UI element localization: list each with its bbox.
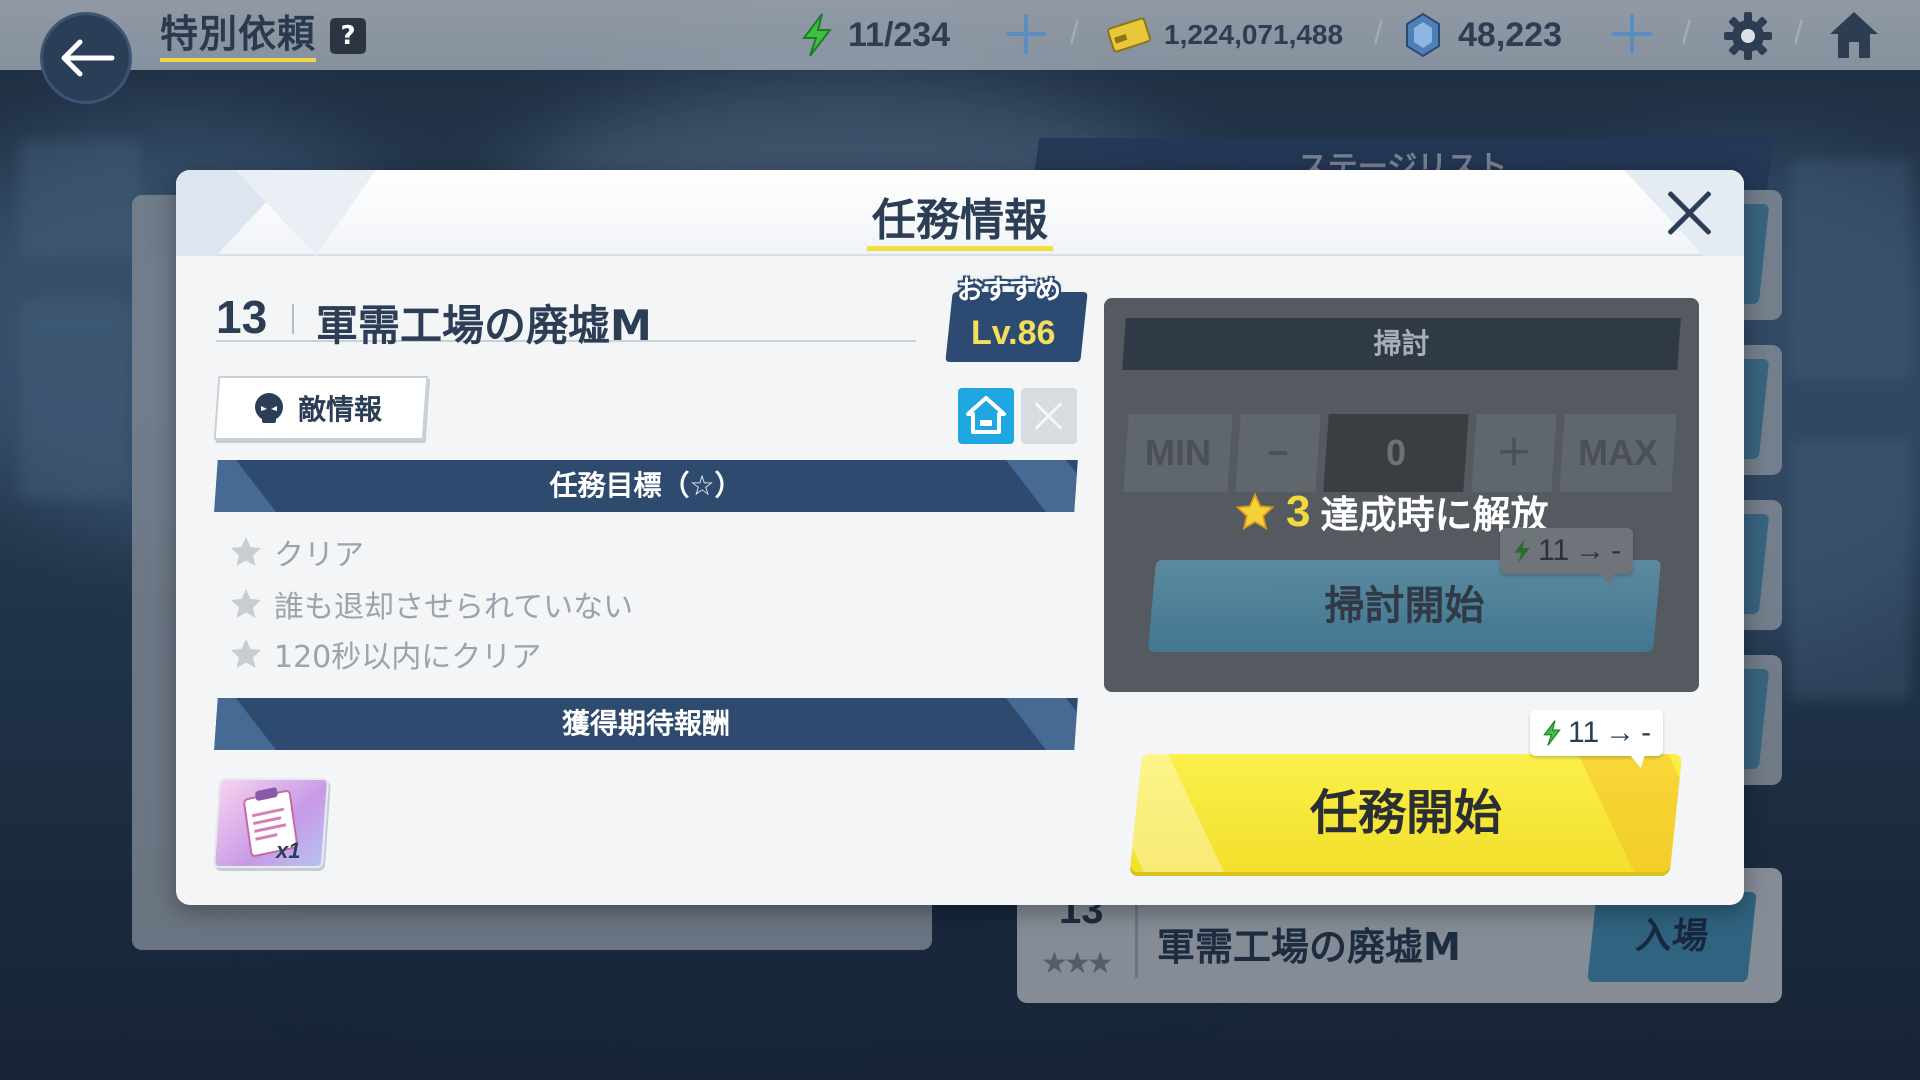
sweep-max-button[interactable]: MAX	[1559, 414, 1677, 492]
divider	[292, 304, 294, 334]
goal-item: クリア	[228, 530, 364, 574]
lightning-icon	[802, 13, 833, 57]
star-outline-icon	[231, 537, 261, 566]
start-cost-tag: 11 → -	[1530, 710, 1664, 768]
settings-button[interactable]	[1722, 10, 1774, 66]
divider: /	[1070, 14, 1079, 50]
goals-header: 任務目標（☆）	[549, 469, 743, 502]
enemy-info-label: 敵情報	[298, 393, 383, 426]
divider: /	[1682, 14, 1691, 50]
dialog-title: 任務情報	[872, 195, 1048, 246]
recommended-label: おすすめ	[957, 276, 1062, 306]
star-icon	[1235, 491, 1275, 530]
arrow-right-icon: →	[1575, 534, 1606, 567]
arrow-right-icon: →	[1605, 716, 1636, 749]
unlock-star-count: 3	[1286, 486, 1311, 536]
house-icon	[966, 396, 1006, 434]
sweep-min-button[interactable]: MIN	[1123, 414, 1233, 492]
stamina-value: 11/234	[848, 15, 951, 54]
close-button[interactable]	[1664, 188, 1714, 238]
gems-value: 48,223	[1458, 15, 1562, 54]
back-button[interactable]	[40, 12, 132, 104]
stage-number: 13	[216, 291, 268, 343]
sweep-title: 掃討	[1373, 327, 1430, 360]
divider: /	[1374, 14, 1383, 50]
stamina-counter: 11/234	[800, 10, 950, 60]
add-gems-button[interactable]	[1610, 12, 1654, 56]
sweep-title-band: 掃討	[1122, 318, 1681, 370]
goal-item: 120秒以内にクリア	[228, 632, 541, 676]
stage-header: 13 軍需工場の廃墟M	[216, 290, 916, 350]
title-underline	[867, 246, 1053, 251]
divider: /	[1794, 14, 1803, 50]
page-title: 特別依頼	[160, 12, 317, 62]
enemy-info-button[interactable]: 敵情報	[213, 376, 429, 440]
lightning-icon	[1543, 720, 1561, 746]
goal-item: 誰も退却させられていない	[228, 582, 633, 626]
star-outline-icon	[231, 639, 261, 668]
base-button[interactable]	[958, 388, 1014, 444]
recommended-level: Lv.86	[971, 314, 1056, 352]
reward-count: x1	[276, 838, 301, 863]
reward-item[interactable]	[212, 778, 330, 868]
start-mission-button[interactable]: 任務開始	[1129, 754, 1683, 872]
report-document-icon	[243, 787, 298, 857]
add-stamina-button[interactable]	[1004, 12, 1048, 56]
sweep-panel: 掃討 MIN − 0 ＋ MAX 3 達成時に解放 掃討開始 11 → -	[1104, 298, 1699, 692]
arrow-left-icon	[61, 39, 115, 77]
credit-card-icon	[1107, 17, 1151, 53]
skull-icon	[255, 393, 283, 423]
help-button[interactable]: ?	[330, 18, 366, 54]
home-icon	[1830, 12, 1878, 58]
lightning-icon	[1514, 538, 1530, 564]
gear-icon	[1724, 12, 1772, 60]
sweep-cost-tag: 11 → -	[1500, 528, 1634, 586]
mission-info-dialog: 任務情報 13 軍需工場の廃墟M おすすめ Lv.86 敵情報 任務目標（☆） …	[176, 170, 1744, 905]
sweep-count-field[interactable]: 0	[1323, 414, 1469, 492]
dialog-header: 任務情報	[176, 170, 1744, 256]
gem-icon	[1406, 12, 1440, 58]
credits-counter: 1,224,071,488	[1106, 10, 1343, 60]
star-outline-icon	[231, 589, 261, 618]
sweep-plus-button[interactable]: ＋	[1471, 414, 1557, 492]
home-button[interactable]	[1826, 8, 1882, 66]
sweep-minus-button[interactable]: −	[1235, 414, 1321, 492]
rewards-header: 獲得期待報酬	[561, 707, 730, 740]
disabled-toggle-button[interactable]	[1021, 388, 1077, 444]
stage-name: 軍需工場の廃墟M	[316, 301, 652, 350]
gems-counter: 48,223	[1404, 10, 1562, 60]
credits-value: 1,224,071,488	[1164, 19, 1344, 50]
